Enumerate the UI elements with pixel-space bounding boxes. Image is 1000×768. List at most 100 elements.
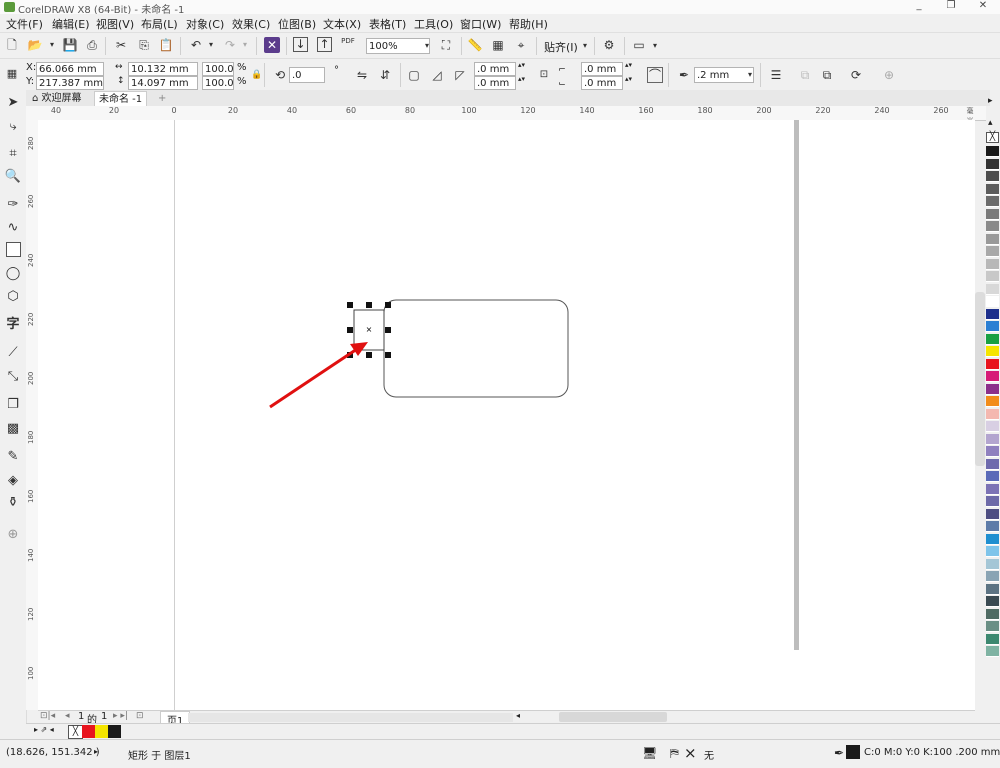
pick-tool-icon[interactable]: ➤ — [4, 94, 22, 112]
color-swatch[interactable] — [986, 158, 999, 170]
scroll-left-icon[interactable]: ◂ — [516, 711, 520, 720]
color-swatch[interactable] — [986, 358, 999, 370]
redo-dropdown-icon[interactable]: ▾ — [237, 37, 253, 53]
polygon-tool-icon[interactable]: ⬡ — [4, 288, 22, 306]
palette-menu-icon[interactable]: ▸ ⇗ ◂ — [34, 725, 54, 734]
smart-fill-icon[interactable]: ⚱ — [4, 494, 22, 512]
connector-tool-icon[interactable]: ⤡ — [4, 368, 22, 386]
chamfered-corner-icon[interactable]: ◸ — [452, 67, 468, 83]
interactive-fill-icon[interactable]: ◈ — [4, 472, 22, 490]
convert-to-curves-icon[interactable]: ⟳ — [848, 67, 864, 83]
color-swatch[interactable] — [986, 346, 999, 357]
palette-scrollbar[interactable] — [975, 292, 985, 466]
docker-expand-icon[interactable]: ▸ — [988, 96, 993, 106]
color-swatch[interactable] — [986, 596, 999, 607]
color-swatch[interactable] — [986, 296, 999, 307]
height-field[interactable]: 14.097 mm — [128, 76, 198, 90]
cut-icon[interactable]: ✂ — [113, 37, 129, 53]
transparency-icon[interactable]: ▩ — [4, 420, 22, 438]
palette-scroll-up-icon[interactable]: ▴ — [988, 118, 993, 128]
publish-pdf-icon[interactable]: PDF — [340, 37, 356, 53]
save-icon[interactable]: 💾 — [62, 37, 78, 53]
mirror-horizontal-icon[interactable]: ⇋ — [354, 67, 370, 83]
color-swatch[interactable] — [986, 396, 999, 407]
full-screen-icon[interactable]: ⛶ — [438, 37, 454, 53]
object-origin-icon[interactable]: ▦ — [4, 66, 20, 82]
relative-corner-scaling-icon[interactable]: ⌒ — [647, 67, 663, 83]
handle-bottom-right[interactable] — [385, 352, 391, 358]
restore-button[interactable]: ❐ — [940, 0, 962, 13]
color-swatch[interactable] — [986, 208, 999, 220]
corner-spin-icon[interactable]: ▴▾ — [518, 75, 525, 83]
rounded-rectangle[interactable] — [383, 299, 569, 398]
color-swatch[interactable] — [986, 408, 999, 420]
corner-lock-icon[interactable]: ⊡ — [536, 67, 552, 83]
color-swatch[interactable] — [986, 183, 999, 195]
color-swatch[interactable] — [986, 271, 999, 282]
corner-radius-bottom-right[interactable]: .0 mm — [581, 76, 623, 90]
color-swatch[interactable] — [986, 633, 999, 645]
corner-spin-icon[interactable]: ▴▾ — [625, 61, 632, 69]
show-grid-icon[interactable]: ▦ — [490, 37, 506, 53]
color-swatch[interactable] — [986, 221, 999, 232]
color-swatch[interactable] — [986, 521, 999, 532]
eyedropper-icon[interactable]: ✎ — [4, 448, 22, 466]
menu-help[interactable]: 帮助(H) — [509, 16, 548, 32]
horizontal-ruler[interactable]: 40 20 0 20 40 60 80 100 120 140 160 180 … — [26, 106, 986, 121]
horizontal-scroll-track[interactable] — [188, 713, 513, 722]
first-page-icon[interactable]: ⊡|◂ — [40, 711, 55, 721]
color-swatch[interactable] — [986, 583, 999, 595]
doc-color-swatch[interactable] — [108, 725, 121, 738]
x-position-field[interactable]: 66.066 mm — [36, 62, 104, 76]
handle-top-left[interactable] — [347, 302, 353, 308]
color-swatch[interactable] — [986, 146, 999, 157]
color-swatch[interactable] — [986, 371, 999, 382]
color-proof-icon[interactable]: 🖥 — [642, 746, 657, 760]
add-toolbar-item-icon[interactable]: ⊕ — [881, 67, 897, 83]
color-swatch[interactable] — [986, 258, 999, 270]
ellipse-tool-icon[interactable]: ◯ — [4, 265, 22, 283]
menu-table[interactable]: 表格(T) — [369, 16, 406, 32]
status-arrow[interactable]: ▸ — [94, 747, 98, 756]
color-swatch[interactable] — [986, 446, 999, 457]
no-color-swatch[interactable]: ╳ — [986, 132, 999, 143]
prev-page-icon[interactable]: ◂ — [65, 711, 70, 721]
import-icon[interactable]: ↓ — [293, 37, 308, 52]
open-dropdown-icon[interactable]: ▾ — [44, 37, 60, 53]
corner-radius-top-right[interactable]: .0 mm — [581, 62, 623, 76]
redo-icon[interactable]: ↷ — [222, 37, 238, 53]
freehand-tool-icon[interactable]: ✑ — [4, 196, 22, 214]
copy-icon[interactable]: ⎘ — [136, 37, 152, 53]
handle-top-right[interactable] — [385, 302, 391, 308]
outline-width-dropdown-icon[interactable]: ▾ — [742, 67, 758, 83]
handle-top[interactable] — [366, 302, 372, 308]
color-swatch[interactable] — [986, 171, 999, 182]
color-swatch[interactable] — [986, 558, 999, 570]
doc-no-color-swatch[interactable]: ╳ — [68, 725, 83, 739]
handle-left[interactable] — [347, 327, 353, 333]
export-icon[interactable]: ↑ — [317, 37, 332, 52]
y-position-field[interactable]: 217.387 mm — [36, 76, 104, 90]
corner-spin-icon[interactable]: ▴▾ — [518, 61, 525, 69]
outline-color-swatch[interactable] — [846, 745, 860, 759]
width-field[interactable]: 10.132 mm — [128, 62, 198, 76]
new-tab-button[interactable]: + — [154, 91, 170, 106]
undo-icon[interactable]: ↶ — [188, 37, 204, 53]
round-corner-icon[interactable]: ▢ — [406, 67, 422, 83]
corner-radius-top-left[interactable]: .0 mm — [474, 62, 516, 76]
show-rulers-icon[interactable]: 📏 — [467, 37, 483, 53]
color-swatch[interactable] — [986, 571, 999, 582]
paste-icon[interactable]: 📋 — [158, 37, 174, 53]
show-guidelines-icon[interactable]: ⌖ — [513, 37, 529, 53]
shape-tool-icon[interactable]: ⤷ — [4, 118, 22, 136]
artistic-media-icon[interactable]: ∿ — [4, 219, 22, 237]
doc-color-swatch[interactable] — [82, 725, 95, 738]
menu-window[interactable]: 窗口(W) — [460, 16, 501, 32]
rotation-angle-field[interactable]: .0 — [289, 67, 325, 83]
menu-bitmaps[interactable]: 位图(B) — [278, 16, 316, 32]
snap-to-menu[interactable]: 贴齐(I) — [544, 39, 578, 55]
open-folder-icon[interactable]: 📂 — [27, 37, 43, 53]
color-swatch[interactable] — [986, 333, 999, 345]
crop-tool-icon[interactable]: ⌗ — [4, 145, 22, 163]
dimension-tool-icon[interactable]: ⟋ — [4, 344, 22, 362]
